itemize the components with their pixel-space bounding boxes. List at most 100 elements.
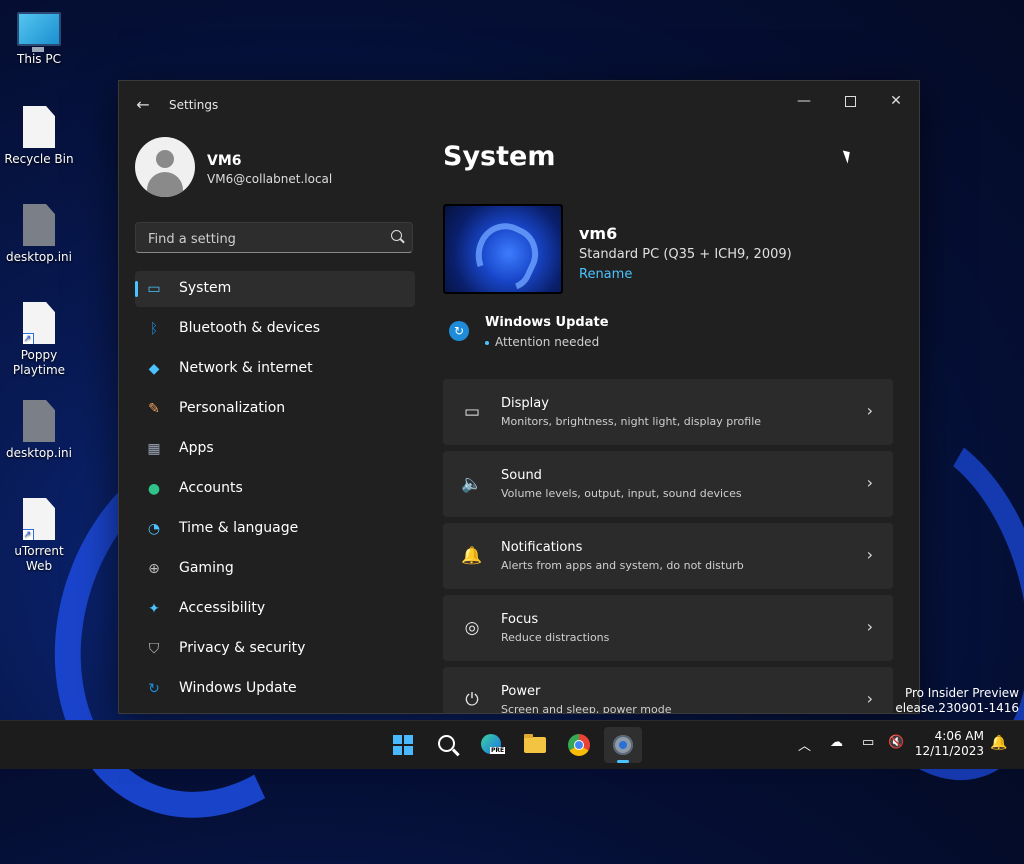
chevron-right-icon: › (866, 473, 873, 492)
clock-date: 12/11/2023 (914, 744, 984, 758)
avatar-body-icon (147, 172, 183, 197)
folder-icon (524, 734, 546, 753)
desktop-icon-recycle-bin[interactable]: Recycle Bin (0, 106, 78, 167)
device-wallpaper-thumbnail[interactable] (443, 204, 563, 294)
desktop-icon-label: uTorrent Web (14, 544, 64, 573)
desktop-icon-label: Recycle Bin (4, 152, 74, 166)
taskbar-chrome-button[interactable] (560, 727, 598, 763)
clock-time: 4:06 AM (934, 729, 984, 743)
shield-icon: ⛉ (148, 641, 160, 657)
desktop-icon-desktop-ini-1[interactable]: desktop.ini (0, 204, 78, 265)
accounts-icon: ● (147, 481, 161, 497)
taskbar-search-button[interactable] (428, 727, 466, 763)
volume-muted-icon[interactable]: 🔇 (888, 735, 904, 750)
sidebar-item-label: Time & language (179, 520, 299, 536)
sidebar-item-label: Gaming (179, 560, 234, 576)
card-power[interactable]: ⏻ Power Screen and sleep, power mode › (443, 667, 893, 714)
status-text: Attention needed (495, 335, 600, 349)
desktop-icon-desktop-ini-2[interactable]: desktop.ini (0, 400, 78, 461)
sidebar-item-time-language[interactable]: ◔ Time & language (135, 511, 415, 547)
onedrive-offline-icon[interactable]: ☁ (830, 735, 843, 750)
sidebar-item-label: System (179, 280, 232, 296)
shortcut-arrow-icon: ↗ (23, 529, 34, 540)
sidebar-item-accessibility[interactable]: ✦ Accessibility (135, 591, 415, 627)
sidebar-item-accounts[interactable]: ● Accounts (135, 471, 415, 507)
windows-update-substatus: Attention needed (485, 335, 599, 349)
watermark-line: elease.230901-1416 (895, 701, 1019, 715)
sidebar-item-system[interactable]: ▭ System (135, 271, 415, 307)
user-profile[interactable]: VM6 VM6@collabnet.local (135, 137, 405, 199)
chevron-right-icon: › (866, 545, 873, 564)
windows-update-status[interactable]: ↻ Windows Update Attention needed (449, 313, 749, 357)
taskbar-edge-button[interactable]: PRE (472, 727, 510, 763)
taskbar-clock[interactable]: 4:06 AM 12/11/2023 (912, 729, 984, 759)
notification-bell-icon[interactable]: 🔔 (990, 735, 1007, 751)
speaker-icon: 🔈 (461, 474, 483, 494)
sidebar-item-apps[interactable]: ▦ Apps (135, 431, 415, 467)
taskbar-explorer-button[interactable] (516, 727, 554, 763)
power-icon: ⏻ (465, 690, 479, 710)
mouse-cursor-icon (842, 148, 854, 164)
file-icon (23, 106, 55, 148)
card-subtitle: Alerts from apps and system, do not dist… (501, 559, 744, 572)
desktop-icon-utorrent-web[interactable]: ↗ uTorrent Web (0, 498, 78, 574)
file-icon (23, 400, 55, 442)
card-title: Sound (501, 468, 542, 483)
sidebar-item-label: Privacy & security (179, 640, 306, 656)
desktop-icon-poppy-playtime[interactable]: ↗ Poppy Playtime (0, 302, 78, 378)
card-title: Notifications (501, 540, 583, 555)
sidebar-item-label: Windows Update (179, 680, 297, 696)
status-dot-icon (485, 340, 489, 345)
rename-link[interactable]: Rename (579, 267, 632, 282)
card-title: Focus (501, 612, 539, 627)
sidebar-item-label: Accessibility (179, 600, 266, 616)
avatar-head-icon (156, 150, 174, 168)
card-sound[interactable]: 🔈 Sound Volume levels, output, input, so… (443, 451, 893, 517)
tray-overflow-chevron-icon[interactable]: ︿ (798, 735, 811, 754)
start-button[interactable] (384, 727, 422, 763)
card-focus[interactable]: ◎ Focus Reduce distractions › (443, 595, 893, 661)
profile-email: VM6@collabnet.local (207, 172, 333, 186)
update-icon: ↻ (148, 681, 160, 697)
page-title: System (443, 141, 556, 172)
globe-clock-icon: ◔ (147, 521, 161, 537)
avatar (135, 137, 195, 197)
update-icon: ↻ (449, 321, 469, 341)
search-icon[interactable] (391, 230, 402, 241)
device-info: vm6 Standard PC (Q35 + ICH9, 2009) Renam… (443, 204, 893, 296)
chevron-right-icon: › (866, 401, 873, 420)
chevron-right-icon: › (866, 617, 873, 636)
card-display[interactable]: ▭ Display Monitors, brightness, night li… (443, 379, 893, 445)
file-icon (23, 204, 55, 246)
shortcut-file-icon: ↗ (23, 498, 55, 540)
sidebar-item-bluetooth-devices[interactable]: ᛒ Bluetooth & devices (135, 311, 415, 347)
sidebar-nav: ▭ System ᛒ Bluetooth & devices ◆ Network… (135, 271, 415, 711)
sidebar-item-label: Accounts (179, 480, 243, 496)
desktop-icon-label: desktop.ini (6, 250, 72, 264)
search-box[interactable] (135, 222, 413, 253)
desktop-icon-this-pc[interactable]: This PC (0, 12, 78, 67)
sidebar-item-label: Personalization (179, 400, 286, 416)
taskbar-settings-button[interactable] (604, 727, 642, 763)
settings-card-list: ▭ Display Monitors, brightness, night li… (443, 379, 893, 714)
sidebar-item-personalization[interactable]: ✎ Personalization (135, 391, 415, 427)
device-model: Standard PC (Q35 + ICH9, 2009) (579, 247, 792, 262)
search-icon (438, 735, 455, 752)
network-icon[interactable]: ▭ (862, 735, 874, 750)
bloom-icon (464, 213, 548, 292)
card-notifications[interactable]: 🔔 Notifications Alerts from apps and sys… (443, 523, 893, 589)
bell-icon: 🔔 (461, 546, 483, 566)
sidebar-item-privacy-security[interactable]: ⛉ Privacy & security (135, 631, 415, 667)
monitor-icon (17, 12, 61, 52)
search-input[interactable] (146, 228, 380, 250)
sidebar-item-windows-update[interactable]: ↻ Windows Update (135, 671, 415, 707)
windows-update-title: Windows Update (485, 315, 609, 330)
settings-window: ← Settings — ✕ VM6 VM6@collabnet.local ▭… (118, 80, 920, 714)
taskbar: PRE ︿ ☁ ▭ 🔇 4:06 AM 12/11/2023 🔔 (0, 720, 1024, 769)
sidebar-item-network-internet[interactable]: ◆ Network & internet (135, 351, 415, 387)
desktop-icon-label: This PC (17, 52, 61, 66)
card-subtitle: Screen and sleep, power mode (501, 703, 672, 714)
back-button[interactable]: ← (133, 95, 153, 115)
sidebar-item-gaming[interactable]: ⊕ Gaming (135, 551, 415, 587)
build-watermark: Pro Insider Preview elease.230901-1416 (895, 686, 1019, 716)
